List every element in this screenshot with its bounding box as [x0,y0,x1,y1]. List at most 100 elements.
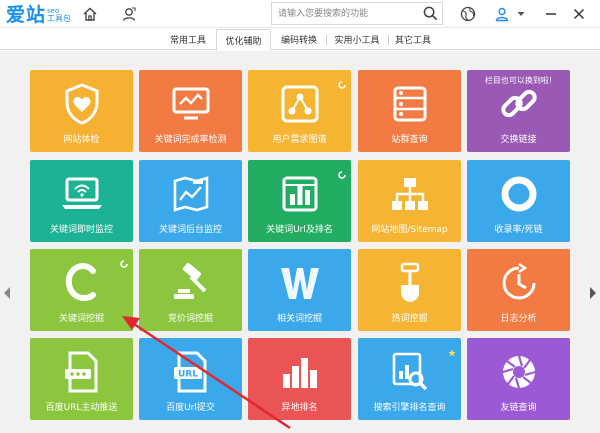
tool-tile-label: 百度Url提交 [166,403,215,413]
tool-tile-ring[interactable]: 收录率/死链 [467,160,570,242]
minimize-button[interactable] [542,3,560,25]
prev-page-button[interactable] [1,281,13,305]
logo-sub-text: 工具包 [47,14,72,23]
laptop-wifi-icon [30,170,133,218]
tab-bar: 常用工具 优化辅助 编码转换 实用小工具 其它工具 [0,29,600,51]
tab-label: 常用工具 [169,36,206,46]
tool-tile-letter-w[interactable]: 相关词挖掘 [248,249,351,331]
tool-tile-rank-bars[interactable]: 异地排名 [248,338,351,420]
chevron-right-icon [590,287,596,299]
letter-c-icon [30,259,133,307]
minimize-icon [546,13,556,15]
tool-tile-shield-heart[interactable]: 网站体检 [30,70,133,152]
bar-chart-icon [248,170,351,218]
tool-tile-label: 日志分析 [500,314,537,324]
tool-tile-label: 交换链接 [500,135,537,145]
app-logo: 爱站 seo 工具包 [6,2,71,26]
tool-tile-label: 热词挖掘 [391,314,428,324]
tool-tile-chain-link[interactable]: 交换链接 栏目也可以换到啦! [467,70,570,152]
tool-tile-label: 收录率/死链 [494,225,543,235]
home-icon [83,7,97,21]
logo-main-text: 爱站 [6,4,47,26]
file-dots-icon [30,348,133,396]
tab-encoding[interactable]: 编码转换 [274,29,324,50]
caret-down-icon [517,12,525,16]
tool-tile-laptop-wifi[interactable]: 关键词即时监控 [30,160,133,242]
account-dropdown-button[interactable] [514,3,528,25]
tab-optimization[interactable]: 优化辅助 [216,29,271,51]
search-chart-icon [358,348,461,396]
tool-tile-label: 网站体检 [63,135,100,145]
rank-bars-icon [248,348,351,396]
tool-tile-sitemap[interactable]: 网站地图/Sitemap [358,160,461,242]
file-url-icon: URL [139,348,242,396]
svg-text:URL: URL [178,370,198,380]
tab-common-tools[interactable]: 常用工具 [160,29,216,50]
tool-tile-label: 相关词挖掘 [276,314,322,324]
tool-tile-map-trend[interactable]: 关键词后台监控 [139,160,242,242]
tool-tile-file-url[interactable]: URL 百度Url提交 [139,338,242,420]
aperture-icon [467,348,570,396]
graph-nodes-icon [248,80,351,128]
tool-tile-label: 关键词后台监控 [158,225,222,235]
account-icon [495,7,509,22]
tool-tile-aperture[interactable]: 友链查询 [467,338,570,420]
chain-link-icon [467,80,570,128]
chevron-left-icon [4,287,10,299]
tab-label: 其它工具 [394,36,431,46]
new-badge-icon [338,164,346,179]
tool-tile-label: 关键词Url及排名 [266,225,333,235]
tool-tile-label: 用户需求图谱 [272,135,327,145]
shield-heart-icon [30,80,133,128]
monitor-chart-icon [139,80,242,128]
top-bar: 爱站 seo 工具包 [0,0,600,28]
new-badge-icon [338,74,346,89]
tool-tile-graph-nodes[interactable]: 用户需求图谱 [248,70,351,152]
tab-divider [388,35,389,45]
tool-tile-server-list[interactable]: 站群查询 [358,70,461,152]
user-switch-icon [122,7,136,21]
logo-sub: seo 工具包 [47,7,71,23]
tool-tile-label: 关键词完成率检测 [154,135,227,145]
tool-tile-label: 搜索引擎排名查询 [373,403,446,413]
tile-hint-text: 栏目也可以换到啦! [484,76,553,85]
search-button[interactable] [420,4,440,23]
tool-tile-bar-chart[interactable]: 关键词Url及排名 [248,160,351,242]
search-input[interactable] [272,3,420,24]
close-icon [573,8,585,20]
tool-tile-label: 关键词即时监控 [49,225,113,235]
new-badge-icon [120,253,128,268]
tool-tile-letter-c[interactable]: 关键词挖掘 [30,249,133,331]
sitemap-icon [358,170,461,218]
tab-divider [326,35,327,45]
server-list-icon [358,80,461,128]
map-trend-icon [139,170,242,218]
tab-label: 编码转换 [280,36,317,46]
browser-button[interactable] [457,3,479,25]
app-window: 爱站 seo 工具包 请输入您要搜索的功能 常用工具 优化辅助 编码转换 实用小… [0,0,600,433]
close-button[interactable] [570,3,588,25]
tab-other-tools[interactable]: 其它工具 [390,29,436,50]
tool-tile-label: 竞价词挖掘 [167,314,213,324]
tool-tile-shovel[interactable]: 热词挖掘 [358,249,461,331]
star-badge-icon [448,342,456,357]
tool-tile-label: 关键词挖掘 [58,314,104,324]
tool-tile-clock[interactable]: 日志分析 [467,249,570,331]
letter-w-icon [248,259,351,307]
tool-tile-file-dots[interactable]: 百度URL主动推送 [30,338,133,420]
account-button[interactable] [491,3,513,25]
globe-icon [460,6,476,22]
home-button[interactable] [79,3,101,25]
user-switch-button[interactable] [118,3,140,25]
search-icon [423,6,437,21]
shovel-icon [358,259,461,307]
tool-tile-gavel[interactable]: 竞价词挖掘 [139,249,242,331]
tab-utilities[interactable]: 实用小工具 [328,29,386,50]
search-box [271,2,443,25]
tool-tile-monitor-chart[interactable]: 关键词完成率检测 [139,70,242,152]
tool-tile-search-chart[interactable]: 搜索引擎排名查询 [358,338,461,420]
gavel-icon [139,259,242,307]
tool-tile-label: 网站地图/Sitemap [371,225,448,235]
next-page-button[interactable] [587,281,599,305]
tool-tile-label: 异地排名 [281,403,318,413]
